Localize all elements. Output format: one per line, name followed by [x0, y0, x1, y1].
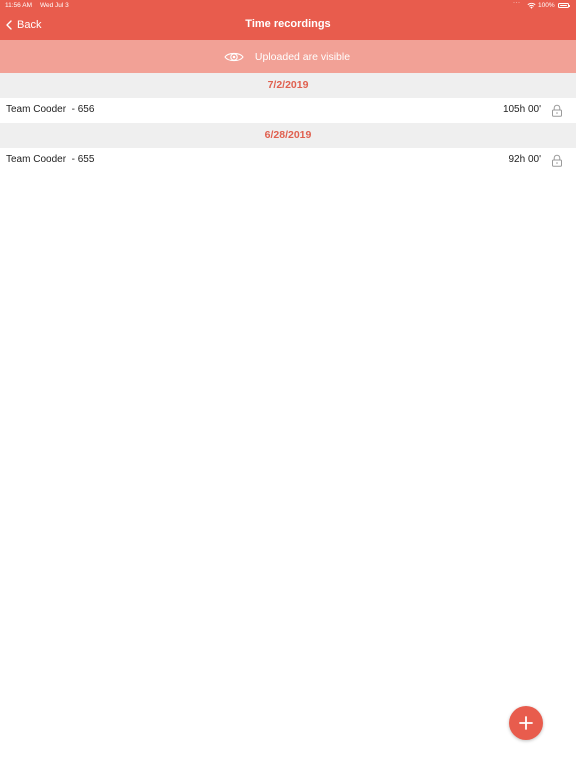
wifi-icon — [527, 2, 536, 9]
eye-icon — [224, 52, 244, 61]
battery-icon — [558, 3, 571, 8]
lock-icon — [552, 154, 562, 167]
status-date: Wed Jul 3 — [40, 2, 69, 9]
recording-label: Team Cooder - 655 — [6, 154, 95, 165]
add-recording-button[interactable] — [509, 706, 543, 740]
recording-row[interactable]: Team Cooder - 655 92h 00' — [0, 148, 576, 173]
page-title: Time recordings — [245, 18, 331, 30]
status-time: 11:56 AM — [5, 2, 32, 9]
recording-duration: 105h 00' — [502, 104, 541, 115]
recording-duration: 92h 00' — [508, 154, 542, 165]
section-header-date: 6/28/2019 — [0, 123, 576, 148]
banner-text: Uploaded are visible — [254, 50, 351, 63]
navigation-bar: 11:56 AM Wed Jul 3 ··· 100% Back Time re… — [0, 0, 576, 40]
battery-percentage: 100% — [538, 2, 555, 9]
visibility-toggle-banner[interactable]: Uploaded are visible — [0, 40, 576, 73]
status-bar: 11:56 AM Wed Jul 3 ··· 100% — [0, 0, 576, 12]
time-recordings-screen: 11:56 AM Wed Jul 3 ··· 100% Back Time re… — [0, 0, 576, 768]
recording-label: Team Cooder - 656 — [6, 104, 95, 115]
multitasking-dots-icon: ··· — [513, 0, 521, 6]
lock-icon — [552, 104, 562, 117]
recording-row[interactable]: Team Cooder - 656 105h 00' — [0, 98, 576, 123]
section-header-date: 7/2/2019 — [0, 73, 576, 98]
plus-icon — [519, 716, 533, 730]
